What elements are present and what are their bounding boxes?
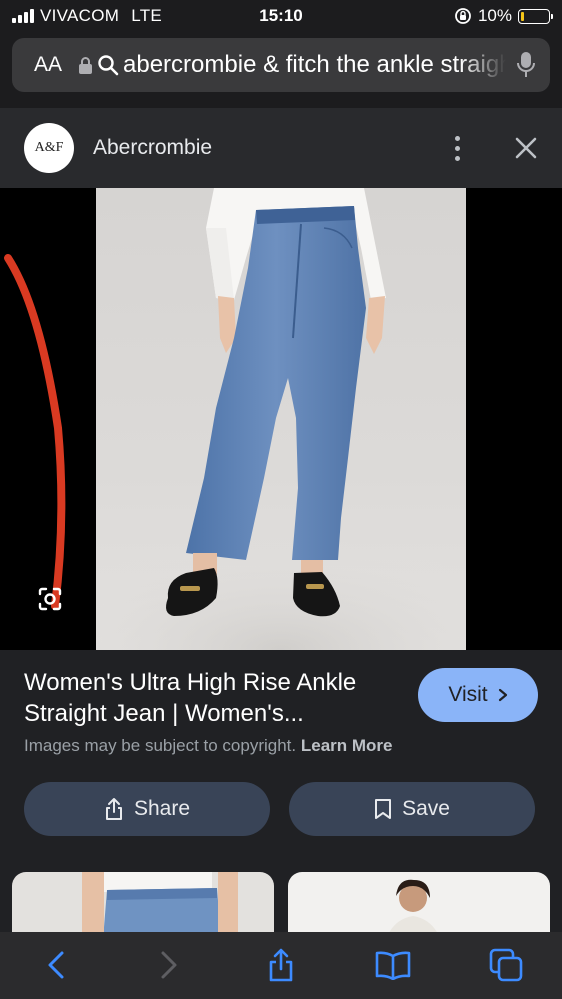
copyright-text: Images may be subject to copyright.: [24, 736, 297, 755]
product-image[interactable]: [96, 188, 466, 650]
book-icon[interactable]: [363, 950, 423, 980]
bookmark-icon: [374, 798, 392, 820]
source-logo[interactable]: A&F: [24, 123, 74, 173]
related-thumbnail[interactable]: [12, 872, 274, 932]
reader-options-button[interactable]: AA: [34, 53, 62, 77]
google-image-result-page: VIVACOM LTE 15:10 10% AA abercrombie & f…: [0, 0, 562, 999]
chevron-right-icon: [498, 688, 508, 702]
learn-more-link[interactable]: Learn More: [301, 736, 393, 755]
share-button[interactable]: Share: [24, 782, 270, 836]
related-thumbnail[interactable]: [288, 872, 550, 932]
network-type: LTE: [131, 6, 163, 25]
lens-icon[interactable]: [36, 586, 64, 612]
search-icon: [97, 54, 119, 76]
tabs-icon[interactable]: [476, 948, 536, 982]
close-icon[interactable]: [514, 136, 538, 160]
share-icon[interactable]: [251, 948, 311, 982]
save-label: Save: [402, 797, 450, 820]
mic-icon[interactable]: [516, 51, 536, 79]
forward-icon[interactable]: [139, 950, 199, 980]
more-icon[interactable]: [451, 132, 464, 165]
browser-address-region: AA abercrombie & fitch the ankle straigh…: [0, 32, 562, 108]
address-bar[interactable]: AA abercrombie & fitch the ankle straigh…: [12, 38, 550, 92]
battery-icon: [518, 8, 553, 24]
save-button[interactable]: Save: [289, 782, 535, 836]
status-bar: VIVACOM LTE 15:10 10%: [0, 0, 562, 32]
share-icon: [104, 797, 124, 821]
result-title[interactable]: Women's Ultra High Rise Ankle Straight J…: [24, 667, 394, 729]
search-query-text[interactable]: abercrombie & fitch the ankle straight j…: [123, 51, 506, 79]
image-viewer: [0, 188, 562, 650]
copyright-notice: Images may be subject to copyright. Lear…: [24, 736, 393, 756]
signal-icon: [12, 9, 34, 23]
share-label: Share: [133, 797, 191, 820]
visit-label: Visit: [448, 683, 488, 706]
browser-toolbar: [0, 932, 562, 999]
red-annotation-stroke: [4, 254, 66, 610]
rotation-lock-icon: [454, 7, 472, 25]
result-info: Women's Ultra High Rise Ankle Straight J…: [0, 650, 562, 872]
source-header: A&F Abercrombie: [0, 108, 562, 188]
related-images: [0, 872, 562, 932]
visit-button[interactable]: Visit: [418, 668, 538, 722]
source-name[interactable]: Abercrombie: [93, 136, 212, 160]
battery-percentage: 10%: [477, 6, 512, 25]
lock-icon: [78, 56, 93, 75]
back-icon[interactable]: [26, 950, 86, 980]
carrier-name: VIVACOM: [40, 6, 120, 25]
